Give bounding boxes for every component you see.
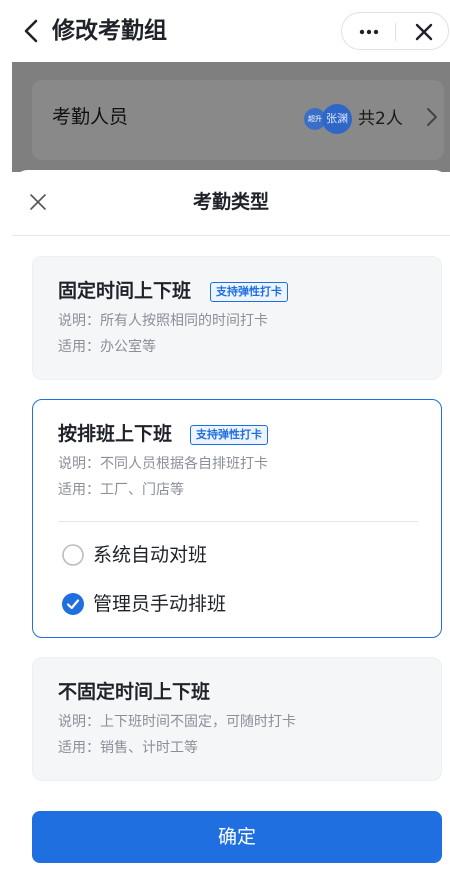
capsule-divider	[395, 23, 396, 41]
manual-shift-option[interactable]: 管理员手动排班	[93, 590, 226, 618]
close-icon[interactable]	[414, 22, 434, 42]
option-description: 说明：上下班时间不固定，可随时打卡	[58, 714, 296, 730]
option-description: 说明：不同人员根据各自排班打卡	[58, 456, 268, 472]
option-description: 说明：所有人按照相同的时间打卡	[58, 313, 268, 329]
page-title: 修改考勤组	[52, 18, 167, 44]
radio-unchecked-icon[interactable]	[62, 544, 84, 566]
option-scope: 适用：工厂、门店等	[58, 482, 184, 498]
option-fixed-time[interactable]: 固定时间上下班 支持弹性打卡 说明：所有人按照相同的时间打卡 适用：办公室等	[32, 256, 442, 380]
members-row: 考勤人员 超升 张渊 共2人	[32, 80, 444, 160]
option-title: 固定时间上下班	[58, 280, 192, 302]
option-flexible-time[interactable]: 不固定时间上下班 说明：上下班时间不固定，可随时打卡 适用：销售、计时工等	[32, 657, 442, 781]
mini-program-capsule	[341, 12, 449, 50]
chevron-right-icon	[427, 108, 437, 126]
option-scope: 适用：办公室等	[58, 339, 156, 355]
more-horizontal-icon[interactable]	[358, 23, 380, 41]
option-title: 不固定时间上下班	[58, 681, 211, 703]
top-bar: 修改考勤组	[0, 0, 450, 62]
chevron-left-icon[interactable]	[18, 17, 46, 45]
divider	[58, 521, 418, 522]
auto-shift-option[interactable]: 系统自动对班	[93, 541, 207, 569]
sheet-title: 考勤类型	[192, 191, 269, 213]
radio-checked-icon[interactable]	[62, 593, 84, 615]
dimmed-overlay[interactable]: 考勤人员 超升 张渊 共2人	[12, 62, 450, 172]
member-count: 共2人	[358, 109, 403, 129]
avatar: 张渊	[322, 104, 352, 134]
flex-checkin-badge: 支持弹性打卡	[210, 282, 288, 302]
member-avatars: 超升 张渊	[304, 104, 356, 134]
flex-checkin-badge: 支持弹性打卡	[190, 425, 268, 445]
confirm-button[interactable]: 确定	[32, 811, 442, 863]
option-shift-schedule[interactable]: 按排班上下班 支持弹性打卡 说明：不同人员根据各自排班打卡 适用：工厂、门店等 …	[32, 399, 442, 638]
members-label: 考勤人员	[52, 106, 129, 128]
divider	[12, 235, 450, 236]
option-title: 按排班上下班	[58, 423, 173, 445]
option-scope: 适用：销售、计时工等	[58, 740, 198, 756]
attendance-type-sheet: 考勤类型 固定时间上下班 支持弹性打卡 说明：所有人按照相同的时间打卡 适用：办…	[12, 170, 450, 887]
